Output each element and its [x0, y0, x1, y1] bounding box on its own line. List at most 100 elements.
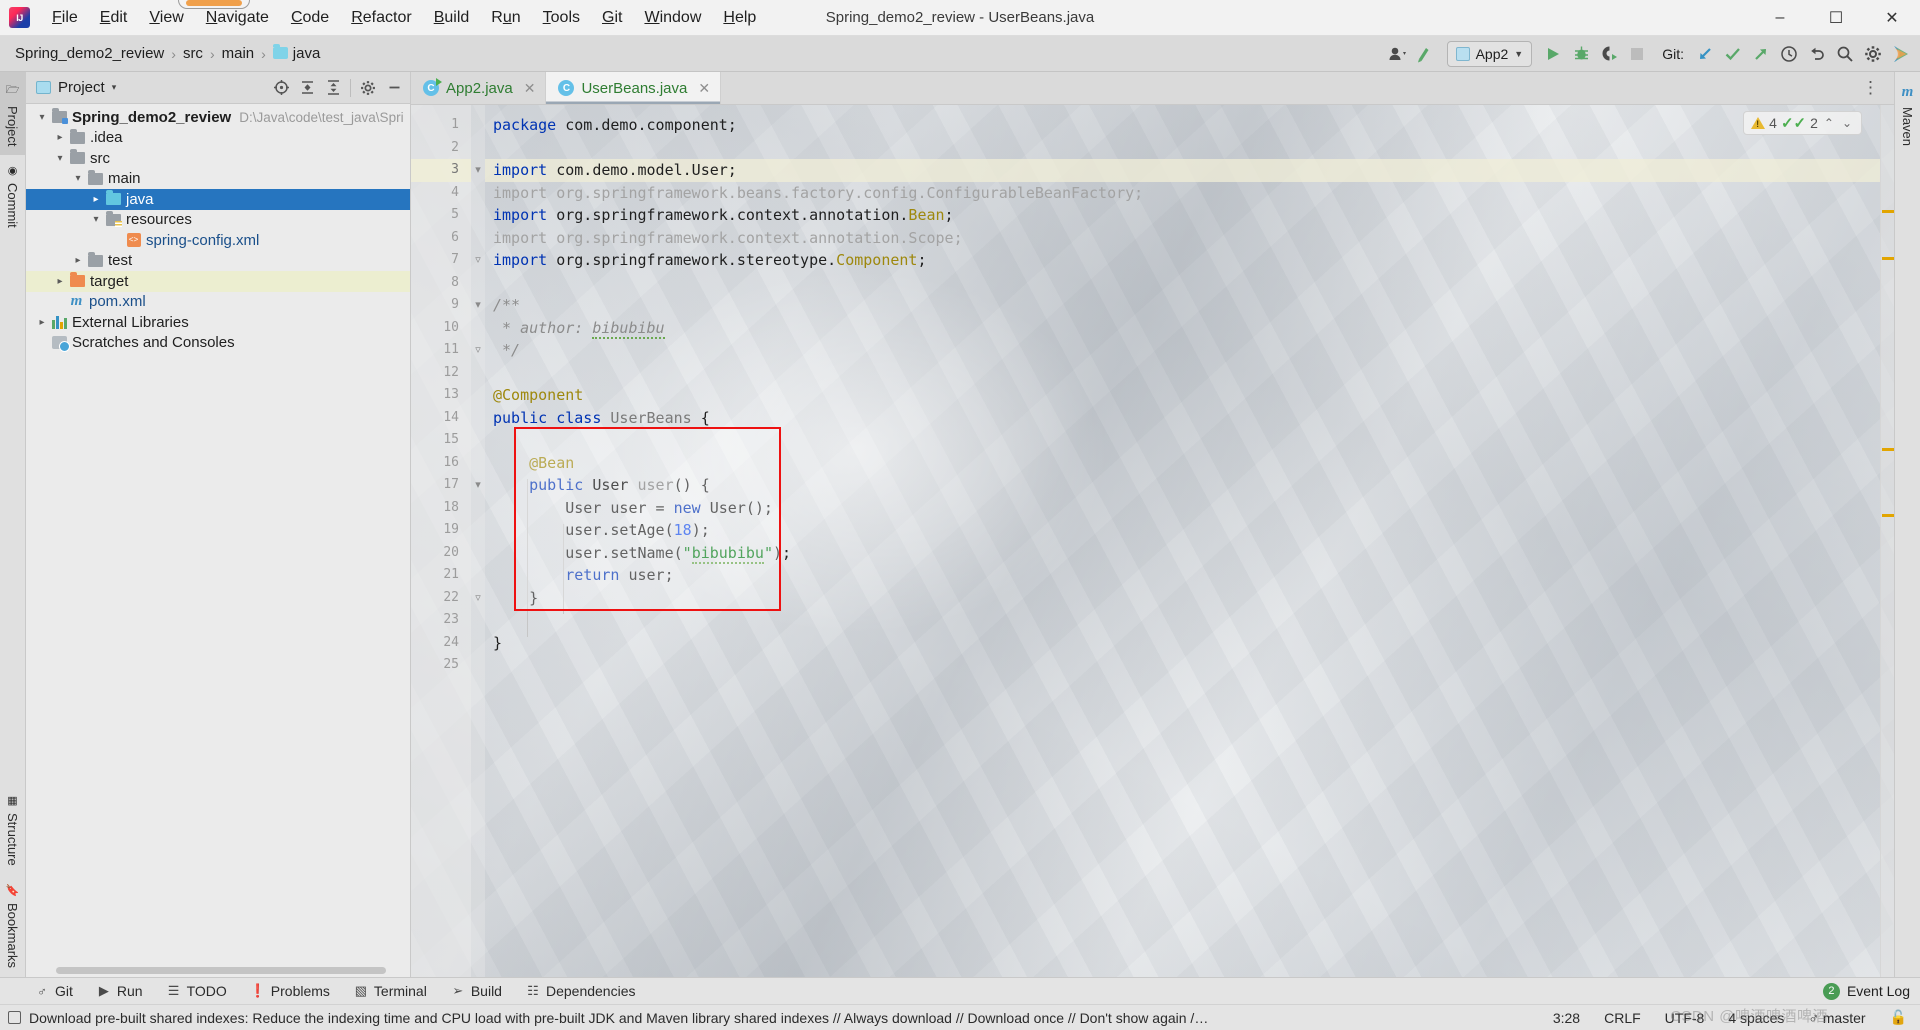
chevron-right-icon[interactable]: ▸ — [34, 317, 50, 328]
run-with-coverage-icon[interactable] — [1596, 41, 1622, 67]
rail-item-project[interactable]: 🗁 Project — [0, 72, 25, 156]
event-log-area[interactable]: 2 Event Log — [1822, 982, 1920, 1000]
run-icon[interactable] — [1540, 41, 1566, 67]
git-push-icon[interactable] — [1748, 41, 1774, 67]
tree-row-project-root[interactable]: ▾ Spring_demo2_review D:\Java\code\test_… — [26, 107, 410, 128]
tool-window-terminal[interactable]: ▧ Terminal — [343, 980, 438, 1002]
collapse-all-icon[interactable] — [321, 76, 345, 100]
editor-tab-userbeans[interactable]: C UserBeans.java ✕ — [546, 72, 722, 104]
chevron-down-icon[interactable]: ▾ — [88, 214, 104, 225]
chevron-right-icon[interactable]: ▸ — [52, 276, 68, 287]
tree-row-pom-xml[interactable]: m pom.xml — [26, 292, 410, 313]
tree-row-src[interactable]: ▾ src — [26, 148, 410, 169]
close-button[interactable]: ✕ — [1864, 0, 1920, 35]
editor-tab-app2[interactable]: C App2.java ✕ — [411, 72, 547, 104]
fold-region-end[interactable]: ▿ — [471, 587, 485, 610]
git-branch-widget[interactable]: ♂ master — [1805, 1009, 1868, 1027]
tree-row-test[interactable]: ▸ test — [26, 251, 410, 272]
git-update-icon[interactable] — [1692, 41, 1718, 67]
rail-item-maven[interactable]: m Maven — [1895, 72, 1920, 155]
debug-icon[interactable] — [1568, 41, 1594, 67]
minimize-button[interactable]: – — [1752, 0, 1808, 35]
tool-window-todo[interactable]: ☰ TODO — [156, 980, 238, 1002]
select-opened-file-icon[interactable] — [269, 76, 293, 100]
breadcrumb-item-main[interactable]: main — [217, 43, 260, 64]
tree-row-resources[interactable]: ▾ resources — [26, 210, 410, 231]
update-project-icon[interactable] — [1413, 41, 1439, 67]
settings-gear-icon[interactable] — [1860, 41, 1886, 67]
menu-item-code[interactable]: Code — [280, 5, 340, 31]
file-encoding[interactable]: UTF-8 — [1662, 1009, 1708, 1027]
menu-item-refactor[interactable]: Refactor — [340, 5, 422, 31]
rail-item-structure[interactable]: ▦ Structure — [0, 785, 25, 875]
tree-row-spring-config-xml[interactable]: spring-config.xml — [26, 230, 410, 251]
menu-item-build[interactable]: Build — [423, 5, 481, 31]
undo-icon[interactable] — [1804, 41, 1830, 67]
inspection-widget[interactable]: 4 ✓✓ 2 ⌃ ⌄ — [1743, 111, 1862, 135]
project-panel-title[interactable]: Project ▾ — [36, 79, 116, 96]
more-options-icon[interactable]: ⋮ — [1856, 78, 1886, 98]
chevron-right-icon[interactable]: ▸ — [70, 255, 86, 266]
menu-item-edit[interactable]: Edit — [89, 5, 139, 31]
chevron-right-icon[interactable]: ▸ — [88, 194, 104, 205]
menu-item-tools[interactable]: Tools — [532, 5, 591, 31]
code-folding-gutter[interactable]: ▾ ▿ ▾ ▿ ▾ ▿ — [471, 105, 485, 977]
next-problem-icon[interactable]: ⌄ — [1840, 116, 1854, 130]
close-icon[interactable]: ✕ — [520, 80, 536, 97]
fold-region-start[interactable]: ▾ — [471, 474, 485, 497]
panel-settings-gear-icon[interactable] — [356, 76, 380, 100]
ide-eye-icon[interactable] — [1888, 41, 1914, 67]
status-message[interactable]: Download pre-built shared indexes: Reduc… — [29, 1010, 1209, 1026]
stop-icon[interactable] — [1624, 41, 1650, 67]
fold-region-start[interactable]: ▾ — [471, 159, 485, 182]
tool-window-build[interactable]: ➢ Build — [440, 980, 513, 1002]
read-only-toggle-icon[interactable]: 🔓 — [1887, 1008, 1910, 1027]
tree-row-java[interactable]: ▸ java — [26, 189, 410, 210]
indent-setting[interactable]: 4 spaces — [1725, 1009, 1787, 1027]
search-everywhere-icon[interactable] — [1832, 41, 1858, 67]
tree-row-main[interactable]: ▾ main — [26, 169, 410, 190]
caret-position[interactable]: 3:28 — [1550, 1009, 1583, 1027]
chevron-down-icon[interactable]: ▾ — [34, 112, 50, 123]
notification-square-icon[interactable] — [8, 1011, 21, 1024]
chevron-right-icon[interactable]: ▸ — [52, 132, 68, 143]
error-stripe-marker-bar[interactable] — [1880, 105, 1894, 977]
close-icon[interactable]: ✕ — [694, 80, 710, 97]
tree-row-idea[interactable]: ▸ .idea — [26, 128, 410, 149]
line-separator[interactable]: CRLF — [1601, 1009, 1644, 1027]
fold-region-start[interactable]: ▾ — [471, 294, 485, 317]
hide-panel-icon[interactable] — [382, 76, 406, 100]
menu-item-file[interactable]: File — [41, 5, 89, 31]
chevron-down-icon[interactable]: ▾ — [70, 173, 86, 184]
tree-row-target[interactable]: ▸ target — [26, 271, 410, 292]
tool-window-problems[interactable]: ❗ Problems — [240, 980, 341, 1002]
menu-item-run[interactable]: Run — [480, 5, 531, 31]
breadcrumb-item-java[interactable]: java — [268, 43, 326, 64]
chevron-down-icon[interactable]: ▾ — [52, 153, 68, 164]
menu-item-git[interactable]: Git — [591, 5, 633, 31]
history-icon[interactable] — [1776, 41, 1802, 67]
tool-window-git[interactable]: ♂ Git — [24, 980, 84, 1002]
git-commit-icon[interactable] — [1720, 41, 1746, 67]
tool-window-run[interactable]: ▶ Run — [86, 980, 154, 1002]
breadcrumb-item-src[interactable]: src — [178, 43, 208, 64]
previous-problem-icon[interactable]: ⌃ — [1822, 116, 1836, 130]
code-content[interactable]: package com.demo.component; import com.d… — [485, 105, 1880, 977]
event-log-label[interactable]: Event Log — [1847, 983, 1910, 999]
rail-item-commit[interactable]: ◉ Commit — [0, 155, 25, 237]
expand-all-icon[interactable] — [295, 76, 319, 100]
menu-item-window[interactable]: Window — [633, 5, 712, 31]
run-configuration-selector[interactable]: App2 ▼ — [1446, 40, 1533, 67]
menu-item-help[interactable]: Help — [712, 5, 767, 31]
breadcrumb-item-project[interactable]: Spring_demo2_review — [10, 43, 169, 64]
maximize-button[interactable]: ☐ — [1808, 0, 1864, 35]
rail-item-bookmarks[interactable]: 🔖 Bookmarks — [0, 875, 25, 977]
project-panel-horizontal-scrollbar[interactable] — [56, 967, 386, 974]
project-tree[interactable]: ▾ Spring_demo2_review D:\Java\code\test_… — [26, 104, 410, 977]
tool-window-dependencies[interactable]: ☷ Dependencies — [515, 980, 647, 1002]
tree-row-external-libraries[interactable]: ▸ External Libraries — [26, 312, 410, 333]
fold-region-end[interactable]: ▿ — [471, 249, 485, 272]
fold-region-end[interactable]: ▿ — [471, 339, 485, 362]
user-profile-icon[interactable] — [1385, 41, 1411, 67]
code-editor[interactable]: 1 2 3 4 5 6 7 8 9 10 11 12 13 14 15 16 1 — [411, 105, 1894, 977]
